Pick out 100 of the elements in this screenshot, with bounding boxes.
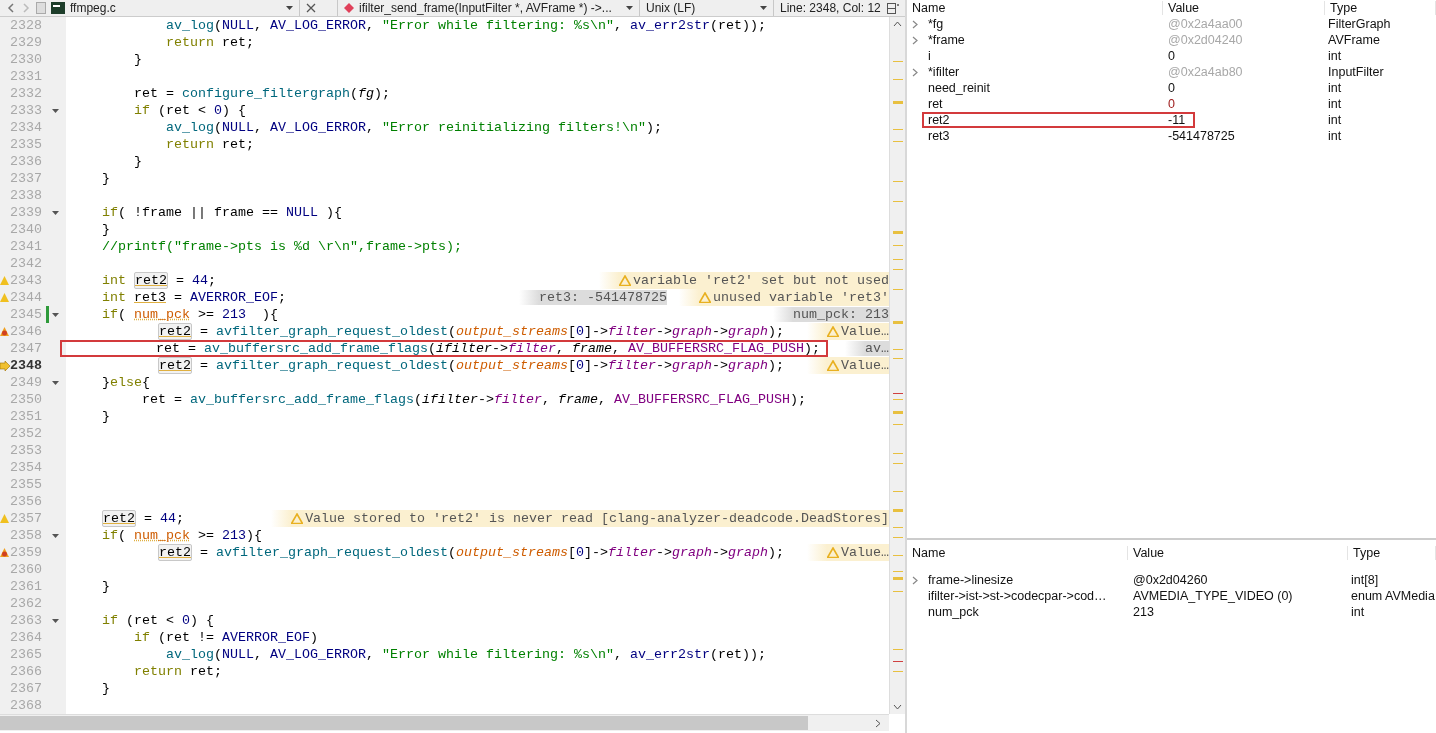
line-number: 2357 (10, 511, 43, 526)
variable-name: need_reinit (928, 81, 990, 95)
variable-name: frame->linesize (928, 573, 1014, 587)
caret-icon[interactable] (626, 6, 633, 10)
code-line: ret2 = avfilter_graph_request_oldest(output_streams[0]->filter->graph->graph); (156, 358, 784, 373)
expand-chevron-icon[interactable] (912, 19, 918, 29)
variable-value: @0x2d04260 (1132, 573, 1209, 587)
line-number: 2368 (10, 698, 43, 713)
line-number: 2354 (10, 460, 43, 475)
line-number: 2329 (10, 35, 43, 50)
variable-type: int (1327, 97, 1343, 111)
code-line: }else{ (101, 375, 150, 390)
line-ending-selector[interactable]: Unix (LF) (646, 1, 755, 15)
close-icon[interactable] (306, 3, 316, 13)
code-line: av_log(NULL, AV_LOG_ERROR, "Error reinitializing filters!\n"); (165, 120, 662, 135)
scroll-up-icon[interactable] (893, 21, 902, 27)
line-number: 2336 (10, 154, 43, 169)
variable-name: ret (928, 97, 943, 111)
warning-message: Value… (841, 358, 889, 373)
line-number: 2363 (10, 613, 43, 628)
variable-value: @0x2a4aa00 (1167, 17, 1244, 31)
fold-arrow-icon[interactable] (52, 312, 59, 317)
column-header[interactable]: Name (907, 0, 1163, 15)
horizontal-scrollbar[interactable] (0, 714, 889, 731)
scroll-down-icon[interactable] (893, 704, 902, 710)
code-line: } (101, 579, 110, 594)
line-number: 2330 (10, 52, 43, 67)
code-line: } (101, 222, 110, 237)
variable-name: *ifilter (928, 65, 960, 79)
code-line: return ret; (133, 664, 222, 679)
caret-icon[interactable] (286, 6, 293, 10)
warning-icon (827, 547, 839, 558)
variable-type: AVFrame (1327, 33, 1381, 47)
code-line: av_log(NULL, AV_LOG_ERROR, "Error while filtering: %s\n", av_err2str(ret)); (165, 18, 766, 33)
line-number: 2349 (10, 375, 43, 390)
line-number: 2367 (10, 681, 43, 696)
code-line: int ret2 = 44; (101, 273, 216, 288)
code-line: } (101, 409, 110, 424)
column-header[interactable]: Value (1128, 546, 1348, 560)
code-line: ret2 = 44; (101, 511, 184, 526)
expand-chevron-icon[interactable] (912, 575, 918, 585)
scroll-right-icon[interactable] (875, 718, 881, 728)
warning-icon (827, 360, 839, 371)
variable-type: int (1327, 81, 1343, 95)
fold-arrow-icon[interactable] (52, 210, 59, 215)
function-selector[interactable]: ifilter_send_frame(InputFilter *, AVFrame *) ->... (359, 1, 621, 15)
code-line: ret = av_buffersrc_add_frame_flags(ifilter->filter, frame, AV_BUFFERSRC_FLAG_PUSH); (141, 392, 806, 407)
column-header[interactable]: Value (1163, 0, 1325, 15)
fold-arrow-icon[interactable] (52, 618, 59, 623)
code-line: //printf("frame->pts is %d \r\n",frame->pts); (101, 239, 462, 254)
code-line: av_log(NULL, AV_LOG_ERROR, "Error while filtering: %s\n", av_err2str(ret)); (165, 647, 766, 662)
fold-arrow-icon[interactable] (52, 108, 59, 113)
line-number: 2339 (10, 205, 43, 220)
caret-icon[interactable] (760, 6, 767, 10)
diamond-icon (344, 3, 354, 13)
line-number: 2362 (10, 596, 43, 611)
variable-value: 0 (1167, 81, 1176, 95)
document-icon (36, 2, 46, 14)
line-number: 2335 (10, 137, 43, 152)
fold-arrow-icon[interactable] (52, 380, 59, 385)
line-number: 2332 (10, 86, 43, 101)
debug-value: av… (845, 341, 889, 356)
warning-message: Value stored to 'ret2' is never read [clang-analyzer-deadcode.DeadStores] (305, 511, 889, 526)
line-number: 2338 (10, 188, 43, 203)
line-number: 2342 (10, 256, 43, 271)
fold-arrow-icon[interactable] (52, 533, 59, 538)
file-name[interactable]: ffmpeg.c (70, 1, 281, 15)
variable-value: @0x2a4ab80 (1167, 65, 1244, 79)
variable-type: int[8] (1350, 573, 1380, 587)
variable-name: *frame (928, 33, 965, 47)
expand-chevron-icon[interactable] (912, 35, 918, 45)
line-number: 2350 (10, 392, 43, 407)
split-icon[interactable] (887, 2, 899, 14)
line-number: 2334 (10, 120, 43, 135)
column-header[interactable]: Type (1325, 0, 1436, 15)
expand-chevron-icon[interactable] (912, 67, 918, 77)
line-number: 2358 (10, 528, 43, 543)
line-number: 2341 (10, 239, 43, 254)
code-line: } (133, 154, 142, 169)
code-line: return ret; (165, 137, 254, 152)
warning-icon (0, 514, 9, 523)
debug-value: num_pck: 213 (773, 307, 889, 322)
column-header[interactable]: Name (907, 546, 1128, 560)
line-number: 2333 (10, 103, 43, 118)
line-number: 2340 (10, 222, 43, 237)
debug-value: ret3: -541478725 (519, 290, 668, 305)
variable-type: FilterGraph (1327, 17, 1392, 31)
code-line: ret2 = avfilter_graph_request_oldest(output_streams[0]->filter->graph->graph); (156, 324, 784, 339)
line-number: 2353 (10, 443, 43, 458)
code-line: if( num_pck >= 213 ){ (101, 307, 278, 322)
error-warning-icon (0, 327, 9, 336)
code-line: if( !frame || frame == NULL ){ (101, 205, 342, 220)
warning-message: Value… (841, 545, 889, 560)
variable-name: ret3 (928, 129, 950, 143)
scrollbar-thumb[interactable] (0, 716, 808, 730)
vertical-scrollbar[interactable] (889, 17, 905, 714)
variable-value: -11 (1167, 113, 1187, 127)
variable-type: int (1327, 129, 1343, 143)
line-number: 2351 (10, 409, 43, 424)
column-header[interactable]: Type (1348, 546, 1436, 560)
